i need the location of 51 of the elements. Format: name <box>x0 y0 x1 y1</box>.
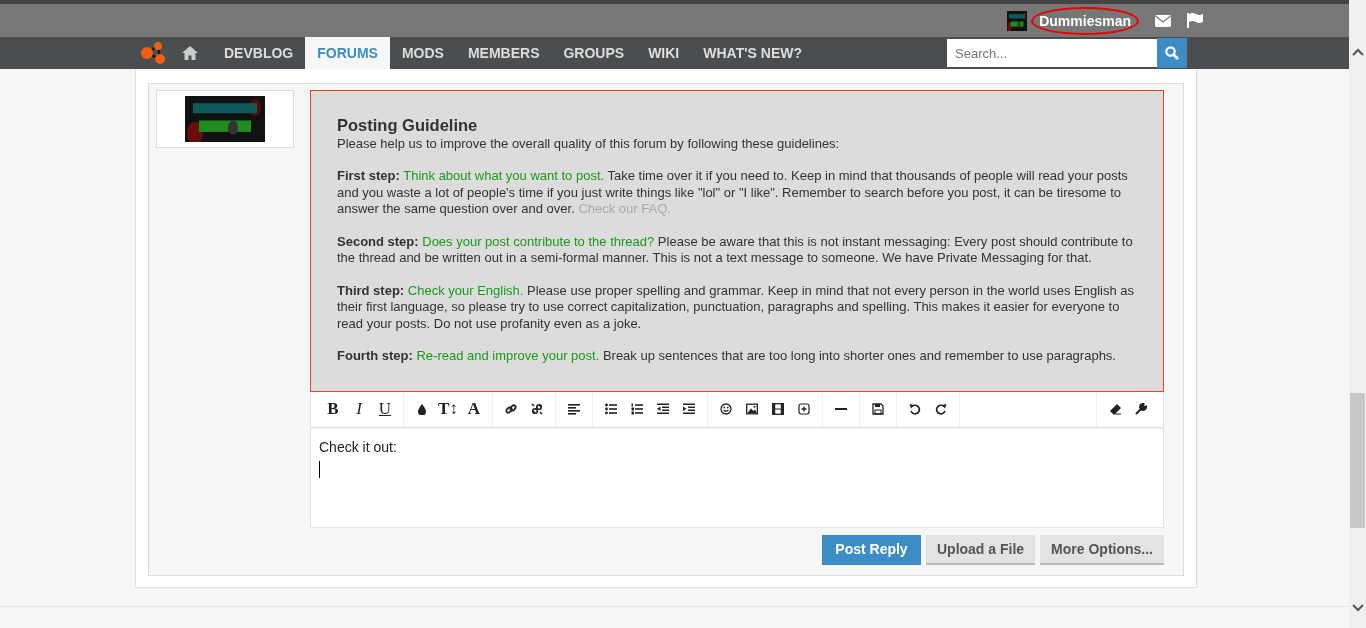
unlink-icon <box>531 403 543 415</box>
image-icon <box>746 403 758 415</box>
redo-icon <box>935 403 947 415</box>
nav-tab[interactable]: MEMBERS <box>455 37 552 69</box>
indent-icon <box>683 403 695 415</box>
search-button[interactable] <box>1157 38 1187 68</box>
underline-button[interactable]: U <box>372 396 398 422</box>
flag-icon[interactable] <box>1187 13 1203 28</box>
nav-tab[interactable]: WIKI <box>636 37 692 69</box>
secondary-button[interactable]: More Options... <box>1040 534 1164 565</box>
italic-button[interactable]: I <box>346 396 372 422</box>
numbered-list-icon <box>631 403 643 415</box>
smiley-icon <box>720 403 732 415</box>
nav-tab[interactable]: MODS <box>389 37 456 69</box>
guideline-step: Fourth step: Re-read and improve your post. Break up sentences that are too long into shorter ones and remember to use paragraphs. <box>337 348 1137 365</box>
envelope-icon[interactable] <box>1155 14 1171 27</box>
font-button[interactable]: A <box>461 396 487 422</box>
scroll-down-icon[interactable] <box>1351 604 1364 612</box>
secondary-button[interactable]: Upload a File <box>926 534 1036 565</box>
scrollbar[interactable] <box>1349 0 1366 628</box>
nav-tab[interactable]: WHAT'S NEW? <box>691 37 814 69</box>
save-icon <box>872 403 884 415</box>
eraser-icon <box>1109 403 1121 415</box>
guideline-intro: Please help us to improve the overall quality of this forum by following these guidelines: <box>337 135 841 152</box>
bullet-list-icon <box>605 403 617 415</box>
nav-tab[interactable]: FORUMS <box>305 37 390 69</box>
guideline-step: Third step: Check your English. Please use proper spelling and grammar. Keep in mind that not every person in the world uses English as their first language, so please try to use correct capitalization, punctuation, paragraphs and spelling. This makes it easier for everyone to read your posts. Do not use profanity even as a joke. <box>337 282 1137 332</box>
post-reply-button[interactable]: Post Reply <box>822 534 921 565</box>
logo-icon[interactable] <box>140 41 166 65</box>
film-icon <box>772 403 784 415</box>
link-icon <box>505 403 517 415</box>
scrollbar-thumb[interactable] <box>1350 392 1365 528</box>
message-editor[interactable]: Check it out: <box>310 427 1164 528</box>
undo-icon <box>909 403 921 415</box>
bold-button[interactable]: B <box>320 396 346 422</box>
text-size-button[interactable]: T↕ <box>435 396 461 422</box>
guideline-title: Posting Guideline <box>337 117 479 134</box>
text-color-icon <box>416 403 428 415</box>
align-left-icon <box>568 403 580 415</box>
scroll-up-icon[interactable] <box>1351 48 1364 56</box>
nav-tab[interactable]: DEVBLOG <box>212 37 306 69</box>
wrench-icon <box>1135 403 1147 415</box>
guideline-step: Second step: Does your post contribute to the thread? Please be aware that this is not instant messaging: Every post should contribute to the thread and be written out in a semi-formal manner. This is not a text message to someone. We have Private Messaging for that. <box>337 233 1137 267</box>
outdent-icon <box>657 403 669 415</box>
plus-box-icon <box>798 403 810 415</box>
username[interactable]: Dummiesman <box>1031 6 1139 35</box>
text-cursor <box>319 460 320 478</box>
home-icon[interactable] <box>182 46 198 60</box>
nav-tab[interactable]: GROUPS <box>551 37 637 69</box>
search-icon <box>1165 46 1179 60</box>
search-field[interactable]: Search... <box>947 39 1157 67</box>
